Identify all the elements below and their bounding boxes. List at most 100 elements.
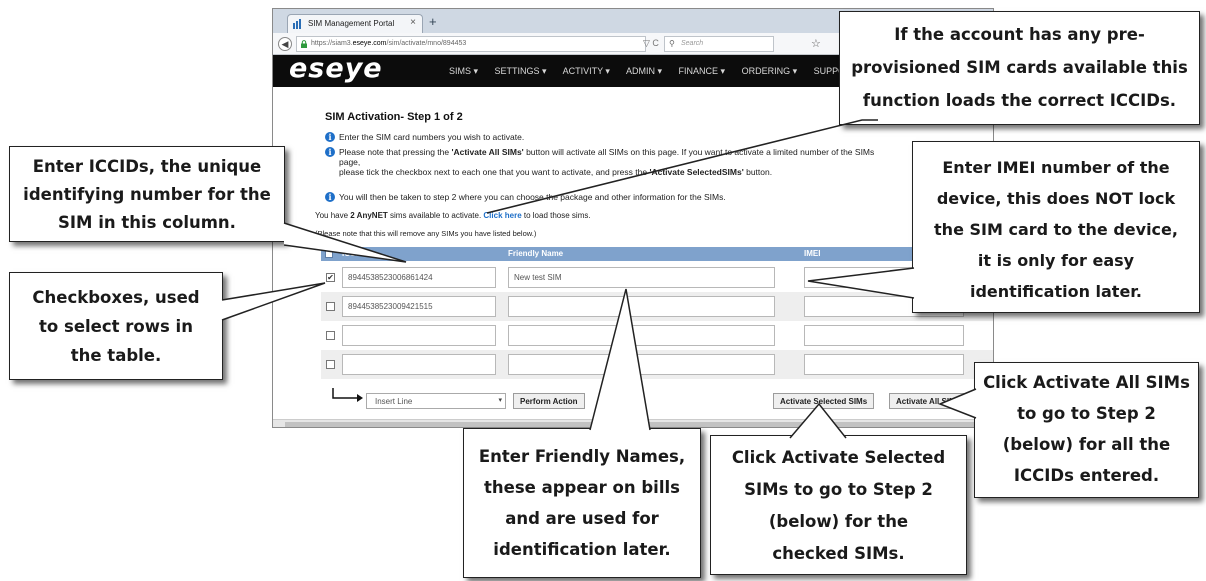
row-checkbox[interactable]: ✔ xyxy=(326,273,335,282)
info-line-1: i Enter the SIM card numbers you wish to… xyxy=(325,132,524,142)
friendly-name-input[interactable]: New test SIM xyxy=(508,267,775,288)
info-icon: i xyxy=(325,132,335,142)
insert-select-value: Insert Line xyxy=(375,397,413,406)
info-line-2: i Please note that pressing the 'Activat… xyxy=(325,147,965,177)
callout-line: Click Activate All SIMs xyxy=(983,373,1190,392)
reload-icon[interactable]: ▽ C xyxy=(643,38,659,49)
address-bar[interactable]: https://siam3.eseye.com/sim/activate/mno… xyxy=(296,36,646,52)
callout-line: the table. xyxy=(70,346,162,365)
menu-admin[interactable]: ADMIN ▾ xyxy=(626,66,662,76)
select-all-checkbox[interactable] xyxy=(325,250,333,258)
friendly-name-input[interactable] xyxy=(508,325,775,346)
menu-activity[interactable]: ACTIVITY ▾ xyxy=(563,66,610,76)
table-row xyxy=(321,350,993,379)
page-content: SIM Activation- Step 1 of 2 i Enter the … xyxy=(273,87,993,419)
callout-line: to select rows in xyxy=(39,317,193,336)
menu-finance[interactable]: FINANCE ▾ xyxy=(679,66,726,76)
info-text-2e: button. xyxy=(743,167,773,177)
callout-line: Enter Friendly Names, xyxy=(478,447,686,466)
eseye-logo[interactable]: eseye xyxy=(289,53,383,84)
available-sims-text: You have 2 AnyNET sims available to acti… xyxy=(315,211,591,220)
callout-line: (below) for the xyxy=(768,512,909,531)
callout-line: provisioned SIM cards available this xyxy=(851,58,1188,77)
callout-activate-selected: Click Activate Selected SIMs to go to St… xyxy=(710,435,967,575)
info-text-2d: please tick the checkbox next to each on… xyxy=(339,167,650,177)
callout-line: it is only for easy xyxy=(977,251,1135,270)
insert-line-select[interactable]: Insert Line ▾ xyxy=(366,393,506,409)
callout-line: Enter IMEI number of the xyxy=(942,158,1170,177)
friendly-name-input[interactable] xyxy=(508,296,775,317)
close-tab-icon[interactable]: × xyxy=(410,17,416,28)
callout-line: the SIM card to the device, xyxy=(934,220,1178,239)
callout-line: function loads the correct ICCIDs. xyxy=(862,91,1177,110)
perform-action-button[interactable]: Perform Action xyxy=(513,393,585,409)
url-path: /sim/activate/mno/894453 xyxy=(386,40,467,47)
row-checkbox[interactable] xyxy=(326,302,335,311)
callout-preprovisioned: If the account has any pre- provisioned … xyxy=(839,11,1200,125)
iccid-input[interactable] xyxy=(342,325,496,346)
info-text-2b: button will activate all SIMs on this pa… xyxy=(523,147,875,157)
load-sims-link[interactable]: Click here xyxy=(483,211,521,220)
new-tab-button[interactable]: + xyxy=(429,14,437,29)
search-placeholder: Search xyxy=(681,40,704,47)
chevron-down-icon: ▾ xyxy=(498,397,502,404)
callout-line: identifying number for the xyxy=(23,185,271,204)
callout-line: If the account has any pre- xyxy=(894,25,1145,44)
menu-ordering[interactable]: ORDERING ▾ xyxy=(742,66,798,76)
table-row: ✔ 8944538523006861424 New test SIM xyxy=(321,263,993,292)
tab-title: SIM Management Portal xyxy=(308,19,395,28)
info-text-3: You will then be taken to step 2 where y… xyxy=(339,192,726,202)
iccid-input[interactable]: 8944538523009421515 xyxy=(342,296,496,317)
imei-input[interactable] xyxy=(804,354,964,375)
callout-friendly-names: Enter Friendly Names, these appear on bi… xyxy=(463,428,701,578)
info-bold-activate-all: 'Activate All SIMs' xyxy=(451,147,524,157)
callout-line: checked SIMs. xyxy=(772,544,905,563)
imei-input[interactable] xyxy=(804,325,964,346)
have-text-pre: You have xyxy=(315,211,351,220)
callout-line: these appear on bills xyxy=(484,478,680,497)
friendly-name-input[interactable] xyxy=(508,354,775,375)
table-header: ICCID Friendly Name IMEI xyxy=(321,247,993,261)
row-checkbox[interactable] xyxy=(326,360,335,369)
info-text-2c: page, xyxy=(339,157,361,167)
horizontal-scrollbar[interactable] xyxy=(273,419,993,427)
header-iccid: ICCID xyxy=(342,249,364,258)
bookmark-star-icon[interactable]: ☆ xyxy=(811,37,821,50)
table-row: 8944538523009421515 xyxy=(321,292,993,321)
callout-line: device, this does NOT lock xyxy=(936,189,1176,208)
back-arrow-icon[interactable]: ◀ xyxy=(278,37,292,51)
info-icon: i xyxy=(325,147,335,157)
callout-line: SIMs to go to Step 2 xyxy=(744,480,933,499)
info-line-3: i You will then be taken to step 2 where… xyxy=(325,192,726,202)
callout-iccid: Enter ICCIDs, the unique identifying num… xyxy=(9,146,285,242)
search-icon: ⚲ xyxy=(669,39,675,48)
load-warning-note: (Please note that this will remove any S… xyxy=(315,229,537,238)
table-row xyxy=(321,321,993,350)
browser-tab[interactable]: SIM Management Portal × xyxy=(287,14,423,33)
menu-settings[interactable]: SETTINGS ▾ xyxy=(495,66,547,76)
header-imei: IMEI xyxy=(804,249,821,258)
info-bold-activate-selected: 'Activate SelectedSIMs' xyxy=(649,167,744,177)
browser-search-box[interactable]: ⚲ Search xyxy=(664,36,774,52)
have-count: 2 AnyNET xyxy=(350,211,388,220)
info-icon: i xyxy=(325,192,335,202)
callout-line: identification later. xyxy=(969,282,1142,301)
iccid-input[interactable] xyxy=(342,354,496,375)
callout-line: to go to Step 2 xyxy=(1017,404,1156,423)
callout-line: SIM in this column. xyxy=(58,213,236,232)
lock-icon xyxy=(301,40,307,48)
url-domain: eseye.com xyxy=(352,40,387,47)
have-text-mid: sims available to activate. xyxy=(387,211,484,220)
insert-arrow-icon xyxy=(332,388,363,402)
iccid-input[interactable]: 8944538523006861424 xyxy=(342,267,496,288)
menu-sims[interactable]: SIMS ▾ xyxy=(449,66,478,76)
header-friendly-name: Friendly Name xyxy=(508,249,564,258)
callout-line: Checkboxes, used xyxy=(32,288,200,307)
scrollbar-thumb[interactable] xyxy=(285,422,975,427)
row-checkbox[interactable] xyxy=(326,331,335,340)
callout-checkboxes: Checkboxes, used to select rows in the t… xyxy=(9,272,223,380)
callout-line: Click Activate Selected xyxy=(731,448,946,467)
favicon-icon xyxy=(293,19,301,29)
callout-imei: Enter IMEI number of the device, this do… xyxy=(912,141,1200,313)
activate-selected-sims-button[interactable]: Activate Selected SIMs xyxy=(773,393,875,409)
